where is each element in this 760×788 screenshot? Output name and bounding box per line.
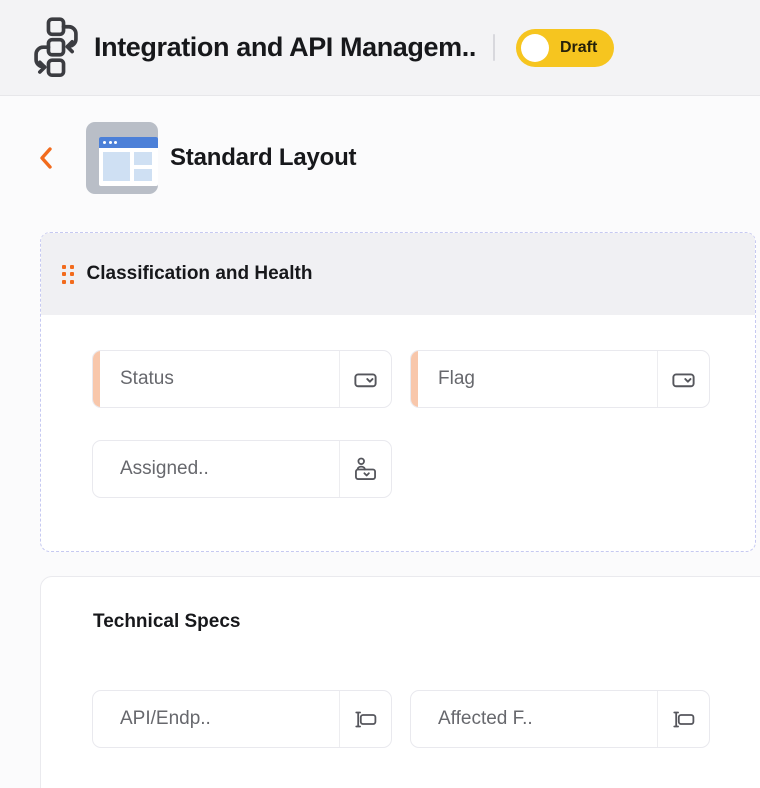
- required-indicator: [93, 351, 100, 407]
- dropdown-icon: [339, 351, 391, 407]
- text-field-icon: [657, 691, 709, 747]
- title-separator: [492, 34, 495, 61]
- required-indicator: [411, 351, 418, 407]
- text-field-icon: [339, 691, 391, 747]
- toggle-knob: [520, 33, 549, 62]
- back-button[interactable]: [32, 143, 62, 173]
- section-fields: Status Flag Assigned..: [92, 350, 710, 498]
- section-fields: API/Endp.. Affected F..: [92, 690, 710, 748]
- field-affected-f[interactable]: Affected F..: [410, 690, 710, 748]
- field-status[interactable]: Status: [92, 350, 392, 408]
- field-label: Affected F..: [438, 708, 533, 729]
- layout-window: [99, 137, 158, 186]
- form-builder-screen: Integration and API Managem.. Draft Stan…: [0, 0, 760, 788]
- field-label: Status: [120, 368, 174, 389]
- section-header[interactable]: Classification and Health: [41, 233, 755, 315]
- chevron-left-icon: [40, 147, 52, 169]
- app-title: Integration and API Managem..: [94, 32, 476, 62]
- draft-toggle[interactable]: Draft: [515, 28, 615, 67]
- page-title: Standard Layout: [170, 144, 357, 171]
- field-assigned[interactable]: Assigned..: [92, 440, 392, 498]
- section-title: Classification and Health: [86, 263, 313, 284]
- drag-handle-icon[interactable]: [62, 264, 74, 284]
- field-label: Assigned..: [120, 458, 209, 479]
- dropdown-icon: [657, 351, 709, 407]
- section-technical-specs[interactable]: Technical Specs API/Endp.. Affected F..: [40, 576, 760, 788]
- layout-preview-icon: [86, 122, 158, 194]
- section-title: Technical Specs: [93, 611, 241, 632]
- field-flag[interactable]: Flag: [410, 350, 710, 408]
- draft-toggle-label: Draft: [559, 38, 598, 56]
- field-api-endpoint[interactable]: API/Endp..: [92, 690, 392, 748]
- app-header: Integration and API Managem.. Draft: [0, 0, 760, 96]
- workflow-icon: [28, 17, 84, 78]
- field-label: Flag: [438, 368, 475, 389]
- layout-window-titlebar: [99, 137, 158, 148]
- section-classification-and-health[interactable]: Classification and Health Status Flag As…: [40, 232, 756, 552]
- user-picker-icon: [339, 441, 391, 497]
- field-label: API/Endp..: [120, 708, 211, 729]
- layout-window-content: [99, 148, 158, 185]
